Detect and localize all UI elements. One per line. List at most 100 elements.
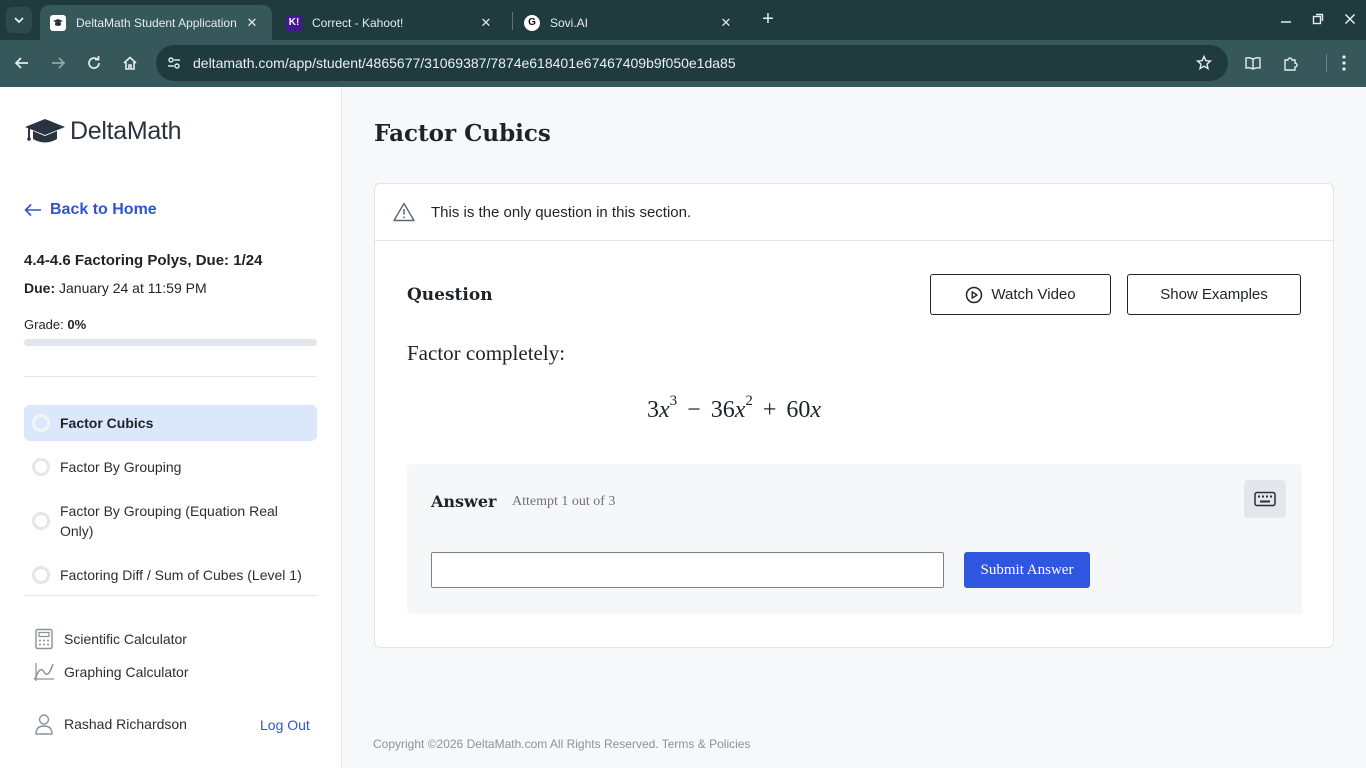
log-out-link[interactable]: Log Out [260,717,310,733]
tab-deltamath[interactable]: DeltaMath Student Application ✕ [40,5,272,40]
back-button[interactable] [9,50,35,76]
keyboard-icon [1254,491,1276,507]
tab-sovi[interactable]: G Sovi.AI ✕ [514,5,746,40]
grade: Grade: 0% [24,317,86,332]
deltamath-logo[interactable]: DeltaMath [24,117,182,146]
scientific-calculator-link[interactable]: Scientific Calculator [32,627,187,651]
answer-panel: Answer Attempt 1 out of 3 Submit Answer [407,464,1302,614]
show-examples-label: Show Examples [1160,286,1268,303]
address-bar[interactable]: deltamath.com/app/student/4865677/310693… [156,45,1228,81]
coef-2: 36 [710,397,735,423]
tab-title: Sovi.AI [550,15,589,30]
due-date: Due: January 24 at 11:59 PM [24,280,207,296]
extensions-puzzle-icon[interactable] [1279,51,1303,75]
assignment-title: 4.4-4.6 Factoring Polys, Due: 1/24 [24,252,263,269]
reload-button[interactable] [81,50,107,76]
notice-banner: This is the only question in this sectio… [375,184,1333,241]
back-to-home-link[interactable]: Back to Home [24,201,157,219]
notice-text: This is the only question in this sectio… [431,203,692,221]
forward-button[interactable] [45,50,71,76]
problem-label: Factor Cubics [60,415,154,431]
tab-kahoot[interactable]: K! Correct - Kahoot! ✕ [276,5,506,40]
grade-label: Grade: [24,317,64,332]
answer-heading: Answer [431,492,497,511]
close-tab-icon[interactable]: ✕ [244,15,260,31]
question-prompt: Factor completely: [407,341,566,365]
problem-item-factor-by-grouping[interactable]: Factor By Grouping [24,449,317,485]
show-examples-button[interactable]: Show Examples [1127,274,1301,315]
reading-mode-icon[interactable] [1241,51,1265,75]
due-value: January 24 at 11:59 PM [59,280,207,296]
var-3: x [810,397,822,423]
question-heading: Question [407,285,493,305]
problem-label: Factor By Grouping [60,459,182,475]
problem-item-factor-cubics[interactable]: Factor Cubics [24,405,317,441]
math-expression: 3x3 − 36x2 + 60x [647,393,822,424]
watch-video-button[interactable]: Watch Video [930,274,1111,315]
math-keyboard-button[interactable] [1244,480,1286,518]
minimize-icon [1281,21,1291,23]
url-text[interactable]: deltamath.com/app/student/4865677/310693… [193,55,736,71]
grade-value: 0% [67,317,87,332]
warning-triangle-icon [393,201,415,223]
play-circle-icon [965,286,983,304]
problem-item-factor-by-grouping-equation[interactable]: Factor By Grouping (Equation Real Only) [24,493,317,549]
restore-button[interactable] [1305,6,1331,32]
sovi-favicon-icon: G [524,14,540,31]
problem-item-factoring-cubes[interactable]: Factoring Diff / Sum of Cubes (Level 1) [24,557,317,593]
graph-icon [32,660,56,684]
submit-answer-button[interactable]: Submit Answer [964,552,1090,588]
kahoot-favicon-icon: K! [286,14,302,31]
var-2: x [734,397,746,423]
problem-label: Factoring Diff / Sum of Cubes (Level 1) [60,567,302,583]
new-tab-button[interactable]: + [756,8,780,32]
reload-icon [88,56,100,69]
site-info-icon[interactable] [164,53,184,73]
logo-text: DeltaMath [70,117,182,145]
close-tab-icon[interactable]: ✕ [718,15,734,31]
minimize-button[interactable] [1273,6,1299,32]
home-button[interactable] [117,50,143,76]
answer-input[interactable] [431,552,944,588]
arrow-right-icon [52,57,66,69]
operator-2: + [762,397,777,423]
divider [24,376,317,377]
var-1: x [659,397,670,423]
calculator-icon [32,627,56,651]
coef-1: 3 [647,397,659,423]
tool-label: Graphing Calculator [64,664,189,680]
progress-circle-icon [32,566,50,584]
close-window-button[interactable] [1337,6,1363,32]
operator-1: − [687,397,701,423]
home-icon [123,56,137,70]
restore-icon [1312,13,1324,25]
tab-title: DeltaMath Student Application [76,15,237,30]
arrow-left-icon [24,202,44,218]
tab-search-button[interactable] [6,7,32,33]
sidebar: DeltaMath Back to Home 4.4-4.6 Factoring… [0,87,342,768]
bookmark-star-icon[interactable] [1194,53,1214,73]
more-menu-icon[interactable] [1332,51,1356,75]
graduation-cap-icon [25,118,65,142]
exp-1: 3 [669,393,678,409]
progress-circle-icon [32,414,50,432]
deltamath-favicon-icon [50,14,66,31]
tool-label: Scientific Calculator [64,631,187,647]
close-icon [1344,13,1356,25]
tab-title: Correct - Kahoot! [312,15,404,30]
graphing-calculator-link[interactable]: Graphing Calculator [32,660,189,684]
attempt-counter: Attempt 1 out of 3 [512,494,616,509]
due-label: Due: [24,280,56,296]
user-name: Rashad Richardson [64,716,187,732]
browser-tab-bar: DeltaMath Student Application ✕ K! Corre… [0,0,1366,40]
tab-separator [512,12,513,30]
user-icon [32,712,56,736]
footer-copyright: Copyright ©2026 DeltaMath.com All Rights… [373,737,751,751]
close-tab-icon[interactable]: ✕ [478,15,494,31]
watch-video-label: Watch Video [991,286,1076,303]
progress-circle-icon [32,512,50,530]
question-card: This is the only question in this sectio… [374,183,1334,648]
problem-label: Factor By Grouping (Equation Real Only) [60,503,278,539]
exp-2: 2 [745,393,753,409]
main-content: Factor Cubics This is the only question … [342,87,1366,768]
